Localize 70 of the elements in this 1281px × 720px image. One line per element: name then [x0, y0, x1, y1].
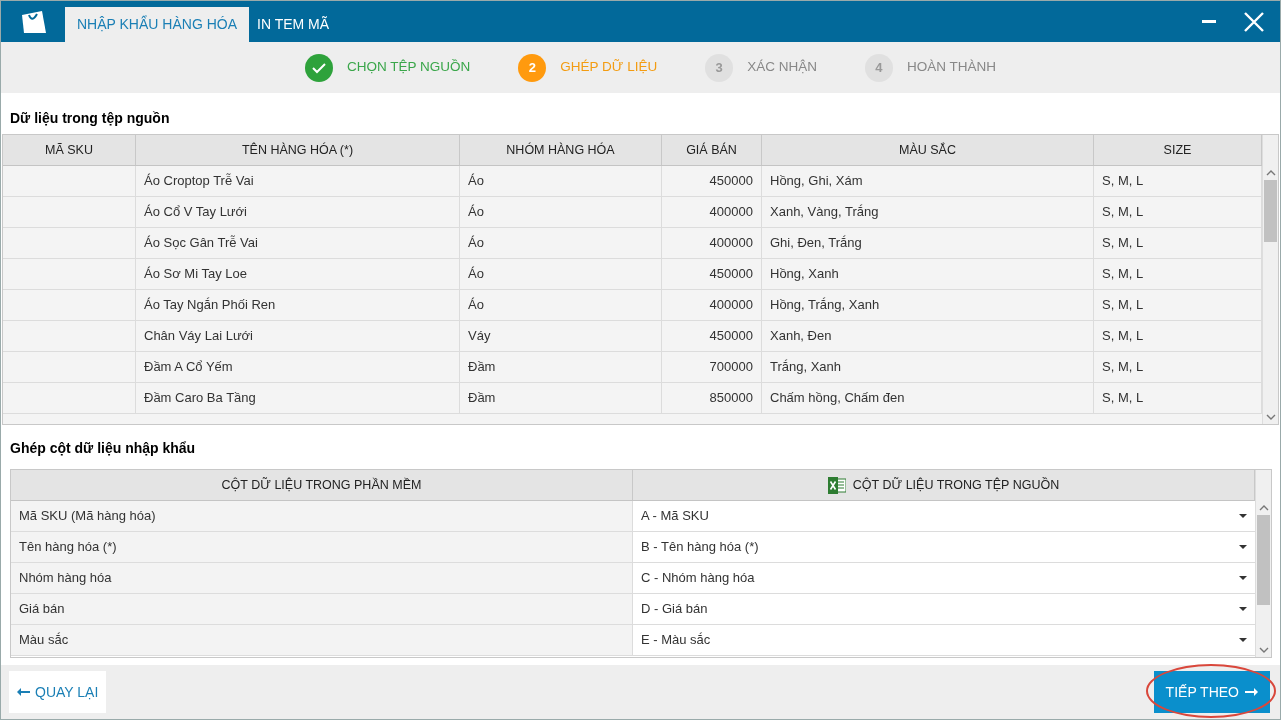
column-header[interactable]: GIÁ BÁN	[662, 135, 762, 165]
section-title: Dữ liệu trong tệp nguồn	[10, 110, 170, 126]
table-cell: 400000	[662, 290, 762, 320]
table-cell: Trắng, Xanh	[762, 352, 1094, 382]
table-cell: Chân Váy Lai Lưới	[136, 321, 460, 351]
step-number: 4	[864, 53, 893, 82]
table-cell: Ghi, Đen, Trắng	[762, 228, 1094, 258]
table-cell: Áo	[460, 290, 662, 320]
caret-icon	[1239, 638, 1247, 642]
table-cell: Mã SKU (Mã hàng hóa)	[11, 501, 633, 531]
table-cell: Nhóm hàng hóa	[11, 563, 633, 593]
arrow-left-icon	[17, 688, 30, 696]
table-cell: Xanh, Vàng, Trắng	[762, 197, 1094, 227]
close-icon[interactable]	[1244, 11, 1264, 32]
back-button[interactable]: QUAY LẠI	[9, 671, 107, 713]
table-cell: Hồng, Xanh	[762, 259, 1094, 289]
tab[interactable]: NHẬP KHẨU HÀNG HÓA	[65, 7, 249, 42]
table-cell: Chấm hồng, Chấm đen	[762, 383, 1094, 413]
table-cell: Đầm	[460, 352, 662, 382]
table-cell: 450000	[662, 321, 762, 351]
table-cell: Áo	[460, 197, 662, 227]
step-label: GHÉP DỮ LIỆU	[560, 58, 658, 77]
table-cell: Áo Tay Ngắn Phối Ren	[136, 290, 460, 320]
spreadsheet-icon	[827, 476, 846, 494]
table-cell: Áo Croptop Trễ Vai	[136, 166, 460, 196]
tab[interactable]: IN TEM MÃ	[249, 7, 338, 42]
scrollbar[interactable]	[1262, 135, 1278, 424]
column-header[interactable]: MÃ SKU	[3, 135, 136, 165]
column-header: CỘT DỮ LIỆU TRONG PHẦN MỀM	[221, 476, 422, 494]
table-cell: Áo Cổ V Tay Lưới	[136, 197, 460, 227]
table-cell: Xanh, Đen	[762, 321, 1094, 351]
table-cell: 850000	[662, 383, 762, 413]
table-cell: Váy	[460, 321, 662, 351]
table-cell: 450000	[662, 259, 762, 289]
step-number: 2	[518, 53, 547, 82]
caret-icon	[1239, 545, 1247, 549]
table-cell: Tên hàng hóa (*)	[11, 532, 633, 562]
table-cell: Đầm	[460, 383, 662, 413]
table-cell: Áo	[460, 228, 662, 258]
table-cell: 700000	[662, 352, 762, 382]
scrollbar-thumb[interactable]	[1257, 515, 1270, 605]
table-cell: Hồng, Ghi, Xám	[762, 166, 1094, 196]
table-cell: Hồng, Trắng, Xanh	[762, 290, 1094, 320]
column-header[interactable]: TÊN HÀNG HÓA (*)	[136, 135, 460, 165]
table-cell: 400000	[662, 228, 762, 258]
table-cell: Đầm A Cổ Yếm	[136, 352, 460, 382]
column-header: CỘT DỮ LIỆU TRONG TỆP NGUỒN	[852, 476, 1060, 494]
table-cell: Áo	[460, 259, 662, 289]
caret-icon	[1239, 576, 1247, 580]
table-cell: 450000	[662, 166, 762, 196]
scrollbar-thumb[interactable]	[1264, 180, 1277, 242]
table-cell: Áo	[460, 166, 662, 196]
table-cell: Giá bán	[11, 594, 633, 624]
table-cell: Màu sắc	[11, 625, 633, 655]
column-header[interactable]: MÀU SẮC	[762, 135, 1094, 165]
step-label: HOÀN THÀNH	[906, 58, 996, 77]
table-cell: Áo Sơ Mi Tay Loe	[136, 259, 460, 289]
column-header[interactable]: NHÓM HÀNG HÓA	[460, 135, 662, 165]
caret-icon	[1239, 607, 1247, 611]
step-number: 3	[705, 53, 734, 82]
table-cell: Áo Sọc Gân Trễ Vai	[136, 228, 460, 258]
step-label: XÁC NHẬN	[747, 58, 817, 77]
section-title: Ghép cột dữ liệu nhập khẩu	[10, 440, 196, 456]
table-cell: 400000	[662, 197, 762, 227]
caret-icon	[1239, 514, 1247, 518]
table-cell: Đầm Caro Ba Tầng	[136, 383, 460, 413]
next-button[interactable]: TIẾP THEO	[1153, 671, 1270, 713]
scrollbar[interactable]	[1255, 470, 1271, 657]
arrow-right-icon	[1245, 688, 1258, 696]
step-label: CHỌN TỆP NGUỒN	[347, 58, 471, 77]
